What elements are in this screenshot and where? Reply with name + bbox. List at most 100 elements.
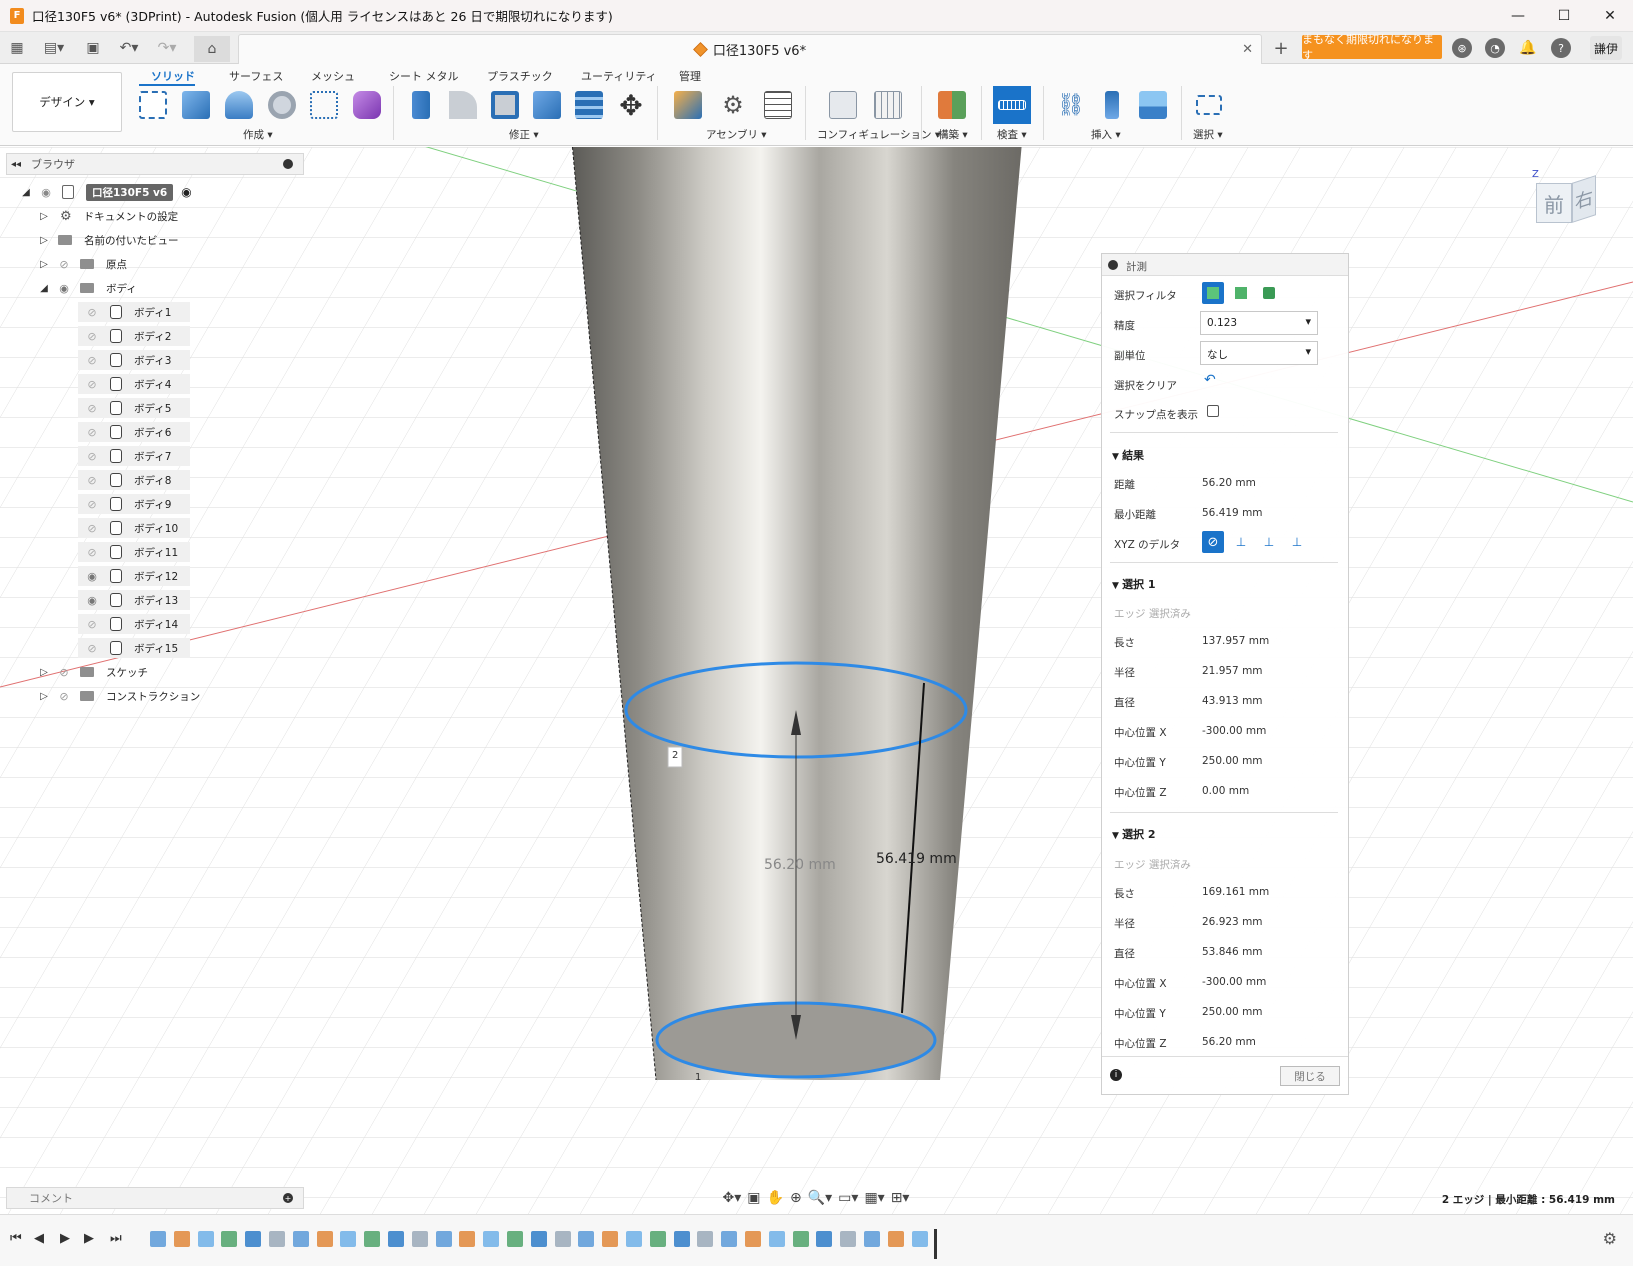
timeline-feature-icon[interactable]: [887, 1231, 904, 1247]
snap-checkbox[interactable]: [1207, 405, 1219, 417]
hidden-eye-icon[interactable]: ⊘: [84, 306, 100, 319]
expire-button[interactable]: まもなく期限切れになります: [1302, 33, 1442, 62]
timeline-feature-icon[interactable]: [340, 1231, 357, 1247]
insert-derive-icon[interactable]: ⛓: [1054, 88, 1088, 122]
group-select[interactable]: 選択 ▾: [1193, 127, 1223, 142]
go-to-start-icon[interactable]: ⏮: [10, 1231, 22, 1246]
precision-select[interactable]: 0.123: [1200, 311, 1318, 335]
filter-face-icon[interactable]: [1202, 282, 1224, 304]
pattern-icon[interactable]: [307, 88, 341, 122]
selection-1-heading[interactable]: 選択 1: [1112, 576, 1155, 592]
timeline-feature-icon[interactable]: [292, 1231, 309, 1247]
canvas-viewport[interactable]: 56.20 mm 56.419 mm 2 1 前 右 Z: [0, 147, 1633, 1214]
tree-item-body[interactable]: ◉ ボディ12: [78, 566, 190, 586]
visibility-eye-icon[interactable]: ◉: [38, 186, 54, 199]
job-status-icon[interactable]: ◔: [1485, 38, 1505, 58]
tree-item-body[interactable]: ⊘ ボディ7: [78, 446, 190, 466]
tab-manage[interactable]: 管理: [679, 68, 701, 84]
select-window-icon[interactable]: [1192, 88, 1226, 122]
tree-item-body[interactable]: ◉ ボディ13: [78, 590, 190, 610]
new-component-icon[interactable]: [671, 88, 705, 122]
close-window-button[interactable]: ✕: [1587, 0, 1633, 32]
revolve-icon[interactable]: [222, 88, 256, 122]
group-assembly[interactable]: アセンブリ ▾: [706, 127, 767, 142]
clear-selection-icon[interactable]: ↶: [1204, 372, 1216, 388]
timeline-feature-icon[interactable]: [816, 1231, 833, 1247]
hidden-eye-icon[interactable]: ⊘: [56, 690, 72, 703]
tree-item-named-views[interactable]: ▷ 名前の付いたビュー: [38, 230, 178, 250]
tree-item-body[interactable]: ⊘ ボディ8: [78, 470, 190, 490]
browser-panel-header[interactable]: ◂◂ ブラウザ: [6, 153, 304, 175]
collapse-browser-icon[interactable]: ◂◂: [11, 159, 21, 170]
delta-1-icon[interactable]: ⊥: [1230, 531, 1252, 553]
tree-item-bodies[interactable]: ◢ ◉ ボディ: [38, 278, 137, 298]
timeline-feature-icon[interactable]: [911, 1231, 928, 1247]
pan-icon[interactable]: ✋: [767, 1190, 784, 1206]
hidden-eye-icon[interactable]: ⊘: [84, 474, 100, 487]
group-inspect[interactable]: 検査 ▾: [997, 127, 1027, 142]
tree-root[interactable]: ◢ ◉ 口径130F5 v6 ◉: [20, 182, 192, 202]
activate-radio-icon[interactable]: ◉: [181, 185, 191, 199]
browser-minimize-icon[interactable]: [283, 159, 293, 169]
collapse-triangle-icon[interactable]: ◢: [38, 283, 50, 294]
hidden-eye-icon[interactable]: ⊘: [84, 426, 100, 439]
comment-panel[interactable]: コメント +: [6, 1187, 304, 1209]
offset-plane-icon[interactable]: [935, 88, 969, 122]
tree-item-body[interactable]: ⊘ ボディ9: [78, 494, 190, 514]
timeline-feature-icon[interactable]: [530, 1231, 547, 1247]
timeline-settings-gear-icon[interactable]: ⚙: [1603, 1229, 1617, 1248]
go-to-end-icon[interactable]: ⏭: [110, 1231, 122, 1246]
workspace-switcher[interactable]: デザイン ▾: [12, 72, 122, 132]
delta-2-icon[interactable]: ⊥: [1258, 531, 1280, 553]
fit-icon[interactable]: 🔍▾: [808, 1190, 832, 1206]
joint-icon[interactable]: ⚙: [716, 88, 750, 122]
viewports-icon[interactable]: ⊞▾: [891, 1190, 910, 1206]
redo-icon[interactable]: ↷▾: [150, 32, 184, 64]
tab-solid[interactable]: ソリッド: [151, 68, 195, 84]
hidden-eye-icon[interactable]: ⊘: [56, 258, 72, 271]
play-icon[interactable]: ▶: [60, 1231, 70, 1246]
tree-item-body[interactable]: ⊘ ボディ6: [78, 422, 190, 442]
selection-2-heading[interactable]: 選択 2: [1112, 826, 1155, 842]
expand-triangle-icon[interactable]: ▷: [38, 691, 50, 702]
combine-icon[interactable]: [530, 88, 564, 122]
info-icon[interactable]: i: [1110, 1069, 1122, 1081]
timeline-feature-icon[interactable]: [483, 1231, 500, 1247]
timeline-feature-icon[interactable]: [173, 1231, 190, 1247]
add-comment-icon[interactable]: +: [283, 1193, 293, 1203]
maximize-button[interactable]: ☐: [1541, 0, 1587, 32]
timeline-feature-icon[interactable]: [435, 1231, 452, 1247]
tab-plastic[interactable]: プラスチック: [487, 68, 553, 84]
timeline-feature-icon[interactable]: [221, 1231, 238, 1247]
app-grid-icon[interactable]: ▦: [6, 32, 28, 64]
home-icon[interactable]: ⌂: [194, 36, 230, 62]
hidden-eye-icon[interactable]: ⊘: [84, 330, 100, 343]
measure-icon[interactable]: [993, 86, 1031, 124]
expand-triangle-icon[interactable]: ▷: [38, 667, 50, 678]
timeline-feature-icon[interactable]: [554, 1231, 571, 1247]
hole-icon[interactable]: [265, 88, 299, 122]
tab-utility[interactable]: ユーティリティ: [581, 68, 657, 84]
extensions-icon[interactable]: ⊛: [1452, 38, 1472, 58]
delta-none-icon[interactable]: ⊘: [1202, 531, 1224, 553]
timeline-feature-icon[interactable]: [697, 1231, 714, 1247]
timeline-feature-icon[interactable]: [864, 1231, 880, 1247]
timeline-feature-icon[interactable]: [150, 1231, 166, 1247]
insert-canvas-icon[interactable]: [1136, 88, 1170, 122]
collapse-triangle-icon[interactable]: ◢: [20, 187, 32, 198]
expand-triangle-icon[interactable]: ▷: [38, 259, 50, 270]
orbit-icon[interactable]: ✥▾: [723, 1190, 742, 1206]
new-tab-icon[interactable]: +: [1270, 32, 1292, 64]
form-icon[interactable]: [350, 88, 384, 122]
group-create[interactable]: 作成 ▾: [243, 127, 273, 142]
viewcube-right-face[interactable]: 右: [1572, 175, 1596, 223]
move-icon[interactable]: ✥: [614, 88, 648, 122]
timeline-feature-icon[interactable]: [197, 1231, 214, 1247]
timeline-feature-icon[interactable]: [459, 1231, 476, 1247]
view-cube[interactable]: 前 右 Z: [1530, 169, 1602, 233]
hidden-eye-icon[interactable]: ⊘: [84, 618, 100, 631]
close-button[interactable]: 閉じる: [1280, 1066, 1340, 1086]
timeline-feature-icon[interactable]: [507, 1231, 523, 1247]
tree-item-body[interactable]: ⊘ ボディ3: [78, 350, 190, 370]
tree-item-body[interactable]: ⊘ ボディ10: [78, 518, 190, 538]
